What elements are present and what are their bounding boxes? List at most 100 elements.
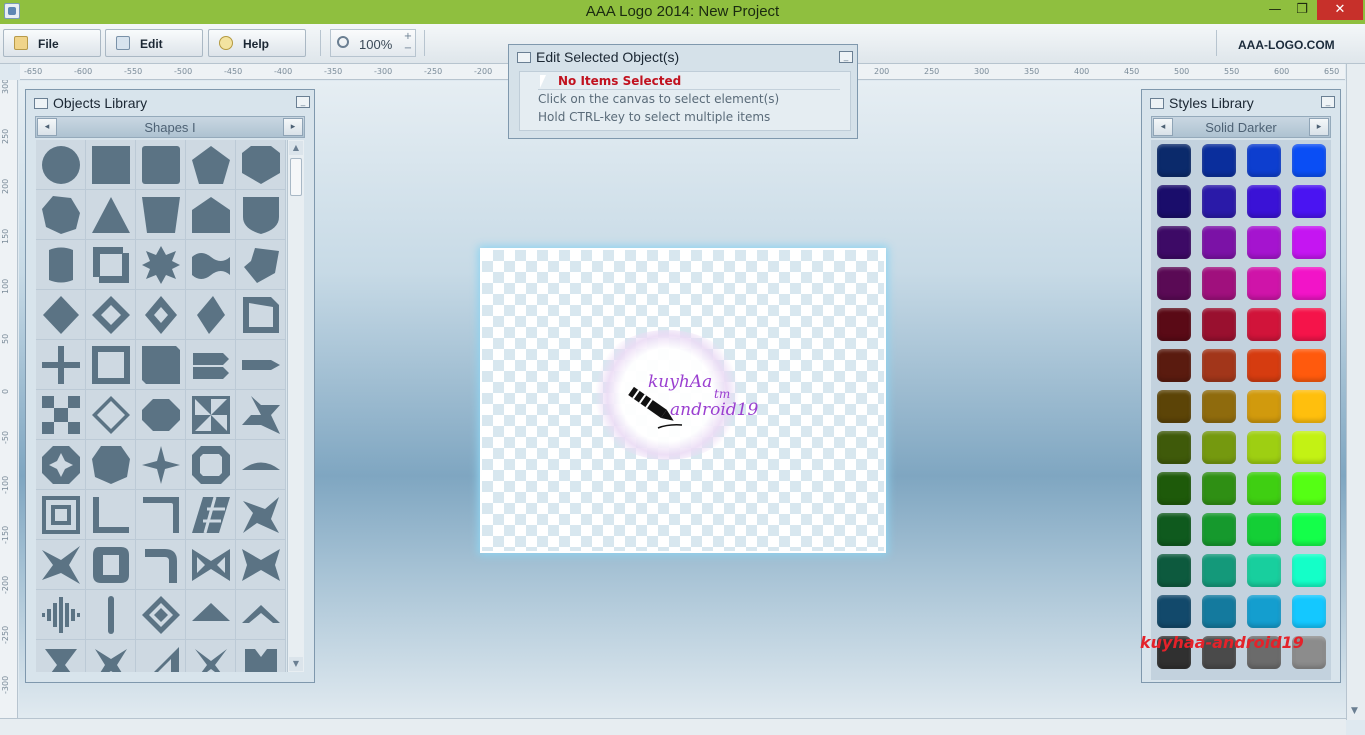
shape-frame-square-icon[interactable] (86, 240, 136, 290)
shape-chevron-up-icon[interactable] (236, 590, 286, 640)
scroll-down-icon[interactable]: ▼ (1351, 706, 1358, 716)
style-swatch[interactable] (1292, 185, 1326, 218)
style-swatch[interactable] (1202, 226, 1236, 259)
style-swatch[interactable] (1292, 226, 1326, 259)
shape-category-selector[interactable]: ◂ Shapes I ▸ (35, 116, 305, 138)
zoom-in-button[interactable]: + (401, 31, 415, 43)
logo-text-line2[interactable]: android19 (670, 400, 758, 420)
next-category-button[interactable]: ▸ (283, 118, 303, 136)
shape-parallelogram-grid-icon[interactable] (186, 490, 236, 540)
design-canvas[interactable]: kuyhAa tm android19 (480, 248, 886, 553)
help-button[interactable]: Help (208, 29, 306, 57)
style-swatch[interactable] (1157, 144, 1191, 177)
shape-triangle-icon[interactable] (86, 190, 136, 240)
shape-octagon-star-icon[interactable] (36, 440, 86, 490)
shape-sound-wave-icon[interactable] (36, 590, 86, 640)
shapes-scrollbar[interactable]: ▲ ▼ (287, 140, 304, 672)
shape-arc-dome-icon[interactable] (236, 440, 286, 490)
style-swatch[interactable] (1292, 308, 1326, 341)
shape-star-4-icon[interactable] (136, 440, 186, 490)
shape-diamond-tall-icon[interactable] (186, 290, 236, 340)
style-swatch[interactable] (1247, 390, 1281, 423)
shape-bar-vertical-icon[interactable] (86, 590, 136, 640)
style-swatch[interactable] (1292, 554, 1326, 587)
next-style-category-button[interactable]: ▸ (1309, 118, 1329, 136)
style-swatch[interactable] (1247, 144, 1281, 177)
style-swatch[interactable] (1157, 554, 1191, 587)
shape-triangle-stair-icon[interactable] (136, 640, 186, 672)
shape-square-beveled-icon[interactable] (136, 340, 186, 390)
shape-frame-nested-icon[interactable] (36, 490, 86, 540)
shape-star-shuriken-icon[interactable] (236, 490, 286, 540)
logo-text-line1[interactable]: kuyhAa (648, 372, 712, 392)
shape-arrow-tags-icon[interactable] (186, 340, 236, 390)
minimize-panel-button[interactable]: _ (1321, 96, 1335, 108)
shape-square-folded-icon[interactable] (236, 290, 286, 340)
shape-checkerboard-icon[interactable] (36, 390, 86, 440)
shape-diamond-outline-icon[interactable] (86, 390, 136, 440)
shape-cross-asterisk-icon[interactable] (36, 640, 86, 672)
shape-star-pentagon-icon[interactable] (236, 240, 286, 290)
horizontal-scrollbar[interactable] (0, 718, 1346, 735)
shape-diamond-arrows-icon[interactable] (86, 290, 136, 340)
style-swatch[interactable] (1247, 554, 1281, 587)
shape-house-icon[interactable] (186, 190, 236, 240)
style-swatch[interactable] (1202, 267, 1236, 300)
shape-pentagon-icon[interactable] (186, 140, 236, 190)
file-button[interactable]: File (3, 29, 101, 57)
edit-button[interactable]: Edit (105, 29, 203, 57)
style-swatch[interactable] (1202, 144, 1236, 177)
style-swatch[interactable] (1157, 185, 1191, 218)
shape-arrow-right-icon[interactable] (236, 340, 286, 390)
scroll-down-icon[interactable]: ▼ (289, 657, 303, 671)
scroll-up-icon[interactable]: ▲ (289, 141, 303, 155)
style-swatch[interactable] (1157, 226, 1191, 259)
shape-square-rounded-icon[interactable] (136, 140, 186, 190)
style-swatch[interactable] (1247, 472, 1281, 505)
shape-pentagon-flat-icon[interactable] (236, 140, 286, 190)
style-swatch[interactable] (1157, 267, 1191, 300)
style-swatch[interactable] (1202, 472, 1236, 505)
shape-shield-icon[interactable] (236, 190, 286, 240)
shape-diamond-hollow-icon[interactable] (136, 290, 186, 340)
scroll-thumb[interactable] (290, 158, 302, 196)
zoom-value[interactable]: 100% (359, 37, 392, 52)
style-swatch[interactable] (1202, 185, 1236, 218)
shape-frame-octagon-icon[interactable] (186, 440, 236, 490)
style-swatch[interactable] (1247, 226, 1281, 259)
style-swatch[interactable] (1292, 267, 1326, 300)
style-swatch[interactable] (1157, 349, 1191, 382)
style-swatch[interactable] (1157, 472, 1191, 505)
shape-star-8-icon[interactable] (136, 240, 186, 290)
shape-x-mark-icon[interactable] (86, 640, 136, 672)
style-swatch[interactable] (1292, 513, 1326, 546)
style-swatch[interactable] (1247, 308, 1281, 341)
shape-pinwheel-icon[interactable] (236, 390, 286, 440)
style-category-selector[interactable]: ◂ Solid Darker ▸ (1151, 116, 1331, 138)
shape-cylinder-icon[interactable] (36, 240, 86, 290)
shape-diamond-icon[interactable] (36, 290, 86, 340)
shape-corner-l-icon[interactable] (86, 490, 136, 540)
maximize-button[interactable]: ❐ (1289, 0, 1315, 20)
shape-corner-bracket-icon[interactable] (136, 490, 186, 540)
style-swatch[interactable] (1202, 349, 1236, 382)
style-swatch[interactable] (1202, 431, 1236, 464)
style-swatch[interactable] (1202, 554, 1236, 587)
shape-hook-icon[interactable] (136, 540, 186, 590)
style-swatch[interactable] (1247, 185, 1281, 218)
shape-trapezoid-icon[interactable] (136, 190, 186, 240)
shape-star-4-bold-icon[interactable] (36, 540, 86, 590)
style-swatch[interactable] (1157, 390, 1191, 423)
brand-link[interactable]: AAA-LOGO.COM (1238, 38, 1335, 52)
style-swatch[interactable] (1202, 390, 1236, 423)
style-swatch[interactable] (1157, 431, 1191, 464)
shape-square-icon[interactable] (86, 140, 136, 190)
style-swatch[interactable] (1247, 267, 1281, 300)
style-swatch[interactable] (1247, 513, 1281, 546)
style-swatch[interactable] (1202, 308, 1236, 341)
style-swatch[interactable] (1292, 472, 1326, 505)
shape-circle-icon[interactable] (36, 140, 86, 190)
style-swatch[interactable] (1247, 349, 1281, 382)
style-swatch[interactable] (1157, 595, 1191, 628)
style-swatch[interactable] (1157, 308, 1191, 341)
